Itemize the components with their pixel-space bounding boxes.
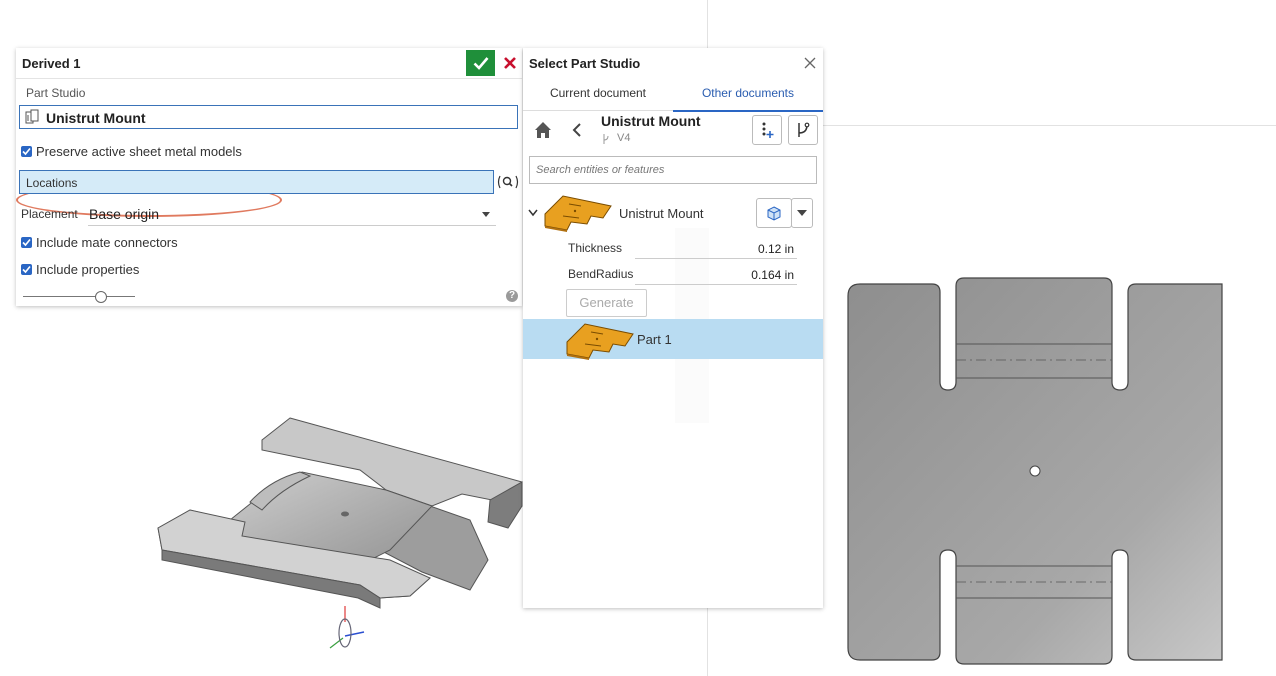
preserve-label: Preserve active sheet metal models [36, 144, 242, 159]
param-value-thickness[interactable]: 0.12 in [694, 242, 794, 256]
view-mode-dropdown[interactable] [791, 198, 813, 228]
tab-other-documents[interactable]: Other documents [673, 84, 823, 112]
insert-button[interactable] [752, 115, 782, 145]
version-graph-button[interactable] [788, 115, 818, 145]
placement-label: Placement [21, 207, 78, 221]
locations-field[interactable]: Locations [19, 170, 494, 194]
part-row[interactable]: Part 1 [523, 319, 823, 360]
close-icon[interactable] [803, 56, 817, 70]
tab-label: Other documents [701, 86, 795, 100]
preserve-checkbox[interactable] [21, 146, 32, 157]
dialog-title: Derived 1 [22, 56, 81, 71]
cube-icon [767, 206, 781, 221]
derived-feature-dialog: Derived 1 Part Studio Unistrut Mount Pre… [16, 48, 522, 306]
placement-select[interactable]: Base origin [88, 203, 496, 226]
panel-title: Select Part Studio [529, 56, 641, 71]
param-value-bendradius[interactable]: 0.164 in [694, 268, 794, 282]
branch-icon [798, 122, 810, 137]
home-icon[interactable] [533, 120, 553, 140]
chevron-down-icon [482, 212, 490, 217]
part-studio-thumbnail [544, 195, 612, 232]
include-mate-checkbox[interactable] [21, 237, 32, 248]
select-part-studio-panel: Select Part Studio Current document Othe… [523, 48, 823, 608]
help-icon[interactable]: ? [506, 290, 518, 302]
placement-value: Base origin [89, 206, 160, 222]
part-studio-field[interactable]: Unistrut Mount [19, 105, 518, 129]
insert-icon [762, 122, 774, 138]
search-placeholder: Search entities or features [536, 164, 665, 176]
param-underline [635, 284, 797, 285]
tab-label: Current document [549, 86, 647, 100]
cancel-button[interactable] [500, 52, 520, 74]
document-name: Unistrut Mount [601, 113, 701, 129]
part-label: Part 1 [637, 332, 672, 347]
accept-button[interactable] [466, 50, 495, 76]
back-icon[interactable] [571, 122, 583, 138]
include-mate-label: Include mate connectors [36, 235, 178, 250]
part-studio-label: Part Studio [26, 86, 86, 100]
flat-pattern-view[interactable] [840, 270, 1230, 670]
check-icon [22, 265, 31, 274]
check-icon [22, 238, 31, 247]
param-label-thickness: Thickness [568, 241, 623, 255]
chevron-down-icon[interactable] [528, 209, 538, 217]
check-icon [22, 147, 31, 156]
part-thumbnail [566, 323, 634, 360]
include-props-label: Include properties [36, 262, 140, 277]
locations-label: Locations [26, 176, 78, 190]
dialog-header: Derived 1 [16, 48, 522, 79]
chevron-down-icon [797, 210, 807, 216]
part-studio-value: Unistrut Mount [46, 110, 146, 126]
param-label-bendradius: BendRadius [568, 267, 634, 281]
param-underline [635, 258, 797, 259]
close-icon [504, 57, 516, 69]
slider-track[interactable] [23, 296, 135, 297]
slider-knob[interactable] [95, 291, 107, 303]
checkmark-icon [473, 57, 488, 70]
include-props-checkbox[interactable] [21, 264, 32, 275]
generate-button[interactable]: Generate [566, 289, 647, 317]
search-input[interactable]: Search entities or features [529, 156, 817, 184]
locate-icon[interactable] [497, 174, 519, 190]
view-mode-button[interactable] [756, 198, 792, 228]
3d-model-view[interactable] [150, 410, 540, 660]
tab-current-document[interactable]: Current document [523, 84, 673, 111]
version-icon [603, 134, 609, 144]
tree-item-label[interactable]: Unistrut Mount [619, 206, 704, 221]
part-studio-icon [25, 109, 39, 124]
document-version: V4 [617, 132, 631, 144]
